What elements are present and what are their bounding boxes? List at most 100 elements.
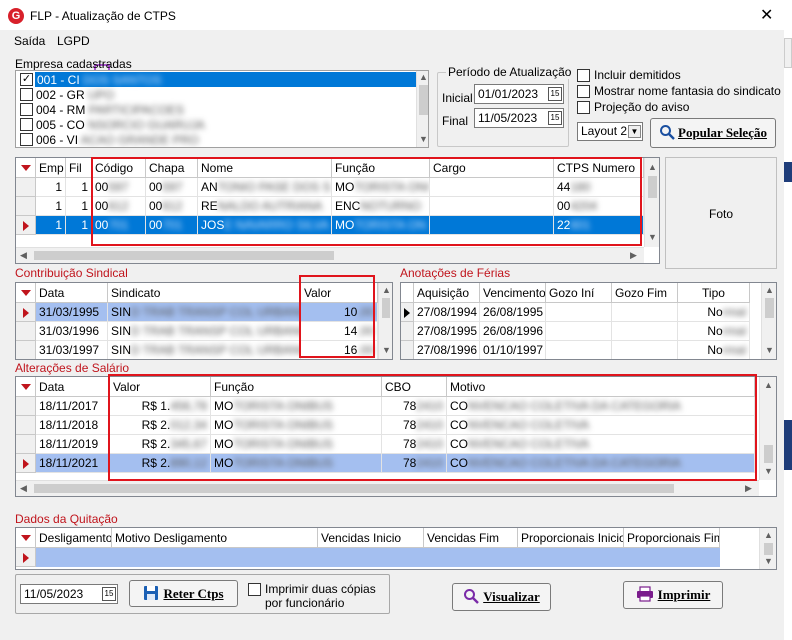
cell-valor[interactable]: 14,00 <box>301 322 378 341</box>
empresa-item-1[interactable]: ✓ 001 - CI DOS SANTOS <box>18 72 416 87</box>
calendar-icon[interactable]: 15 <box>548 111 562 125</box>
cell-funcao[interactable]: MOTORISTA ONIBUS <box>211 416 382 435</box>
cell-data[interactable]: 18/11/2018 <box>36 416 110 435</box>
cell-funcao[interactable]: MOTORISTA ONIBUS <box>211 397 382 416</box>
cell-codigo[interactable]: 00612 <box>92 197 146 216</box>
cell-motivo[interactable]: CONVENCAO COLETIVA DA CATEGORIA <box>447 397 755 416</box>
calendar-icon[interactable]: 15 <box>548 87 562 101</box>
cell-fil[interactable]: 1 <box>66 178 92 197</box>
col-ctps[interactable]: CTPS Numero <box>554 158 644 178</box>
col-proporcionais-inicio[interactable]: Proporcionais Inicio <box>518 528 624 548</box>
row-indicator[interactable] <box>16 197 36 216</box>
col-emp[interactable]: Emp <box>36 158 66 178</box>
quitacao-empty-row[interactable] <box>36 548 720 567</box>
close-icon[interactable]: ✕ <box>760 5 773 25</box>
cell-chapa[interactable]: 00612 <box>146 197 198 216</box>
col-proporcionais-fim[interactable]: Proporcionais Fim <box>624 528 720 548</box>
row-indicator[interactable] <box>16 341 36 359</box>
col-valor[interactable]: Valor <box>110 377 211 397</box>
cell-tipo[interactable]: Normal <box>678 341 750 359</box>
menu-lgpd[interactable]: LGPD <box>57 34 90 48</box>
ferias-vscroll[interactable]: ▲ ▼ <box>761 283 776 359</box>
col-cbo[interactable]: CBO <box>382 377 447 397</box>
cell-aquisicao[interactable]: 27/08/1996 <box>414 341 480 359</box>
empresa-checkbox-5[interactable] <box>20 133 33 146</box>
grid-corner[interactable] <box>16 528 36 548</box>
cell-funcao[interactable]: ENCNOTURNO <box>332 197 430 216</box>
grid-corner[interactable] <box>16 377 36 397</box>
cell-emp[interactable]: 1 <box>36 178 66 197</box>
cell-ctps[interactable]: 44180 <box>554 178 644 197</box>
empresa-checkbox-1[interactable]: ✓ <box>20 73 33 86</box>
cell-emp[interactable]: 1 <box>36 216 66 235</box>
row-indicator[interactable] <box>16 322 36 341</box>
row-indicator-current[interactable] <box>16 303 36 322</box>
cell-emp[interactable]: 1 <box>36 197 66 216</box>
col-chapa[interactable]: Chapa <box>146 158 198 178</box>
col-funcao[interactable]: Função <box>211 377 382 397</box>
mostrar-nome-checkbox[interactable] <box>577 85 590 98</box>
row-indicator[interactable] <box>16 178 36 197</box>
cell-codigo[interactable]: 00701 <box>92 216 146 235</box>
col-aquisicao[interactable]: Aquisição <box>414 283 480 303</box>
row-indicator[interactable] <box>401 341 414 359</box>
cell-vencimento[interactable]: 26/08/1995 <box>480 303 546 322</box>
cell-funcao[interactable]: MOTORISTA ONI <box>332 178 430 197</box>
cell-valor[interactable]: R$ 2.890,12 <box>110 454 211 473</box>
bottom-date-input[interactable]: 11/05/2023 15 <box>20 584 118 604</box>
quitacao-vscroll[interactable]: ▲ ▼ <box>759 528 776 569</box>
incluir-demitidos-checkbox[interactable] <box>577 69 590 82</box>
cell-sindicato[interactable]: SIND TRAB TRANSP COL URBANO <box>108 303 301 322</box>
cell-tipo[interactable]: Normal <box>678 303 750 322</box>
cell-ctps[interactable]: 22601 <box>554 216 644 235</box>
col-vencidas-fim[interactable]: Vencidas Fim <box>424 528 518 548</box>
cell-aquisicao[interactable]: 27/08/1995 <box>414 322 480 341</box>
col-fil[interactable]: Fil <box>66 158 92 178</box>
cell-nome[interactable]: JOSE NAVARRO SILVA <box>198 216 332 235</box>
salario-hscroll[interactable]: ◀ ▶ <box>16 480 759 496</box>
cell-funcao[interactable]: MOTORISTA ONIBUS <box>211 454 382 473</box>
col-cargo[interactable]: Cargo <box>430 158 554 178</box>
empresas-scrollbar[interactable]: ▲ ▼ <box>416 71 428 147</box>
empresa-checkbox-3[interactable] <box>20 103 33 116</box>
cell-funcao[interactable]: MOTORISTA ON <box>332 216 430 235</box>
cell-cbo[interactable]: 782410 <box>382 435 447 454</box>
col-vencidas-inicio[interactable]: Vencidas Inicio <box>318 528 424 548</box>
layout-select[interactable]: Layout 2 ▼ <box>577 122 643 141</box>
menu-saida[interactable]: Saída <box>14 34 45 48</box>
cell-vencimento[interactable]: 01/10/1997 <box>480 341 546 359</box>
cell-data[interactable]: 18/11/2021 <box>36 454 110 473</box>
calendar-icon[interactable]: 15 <box>102 587 116 601</box>
col-tipo[interactable]: Tipo <box>678 283 750 303</box>
contribuicao-vscroll[interactable]: ▲ ▼ <box>378 283 392 359</box>
cell-valor[interactable]: 10,00 <box>301 303 378 322</box>
reter-ctps-button[interactable]: Reter Ctps <box>129 580 238 607</box>
cell-fil[interactable]: 1 <box>66 197 92 216</box>
cell-valor[interactable]: 16,00 <box>301 341 378 359</box>
chevron-down-icon[interactable]: ▼ <box>628 125 641 138</box>
cell-sindicato[interactable]: SIND TRAB TRANSP COL URBANO <box>108 341 301 359</box>
grid-corner[interactable] <box>16 158 36 178</box>
cell-data[interactable]: 31/03/1995 <box>36 303 108 322</box>
cell-gozo-fim[interactable] <box>612 341 678 359</box>
cell-fil[interactable]: 1 <box>66 216 92 235</box>
cell-cbo[interactable]: 782410 <box>382 454 447 473</box>
cell-gozo-fim[interactable] <box>612 303 678 322</box>
row-indicator[interactable] <box>401 322 414 341</box>
grid-corner[interactable] <box>16 283 36 303</box>
cell-valor[interactable]: R$ 1.456,78 <box>110 397 211 416</box>
col-data[interactable]: Data <box>36 283 108 303</box>
final-date-input[interactable]: 11/05/2023 15 <box>474 108 564 128</box>
col-vencimento[interactable]: Vencimento <box>480 283 546 303</box>
row-indicator[interactable] <box>16 435 36 454</box>
cell-cargo[interactable] <box>430 216 554 235</box>
cell-gozo-ini[interactable] <box>546 341 612 359</box>
inicial-date-input[interactable]: 01/01/2023 15 <box>474 84 564 104</box>
cell-nome[interactable]: RENALDO AUTRIANA <box>198 197 332 216</box>
col-motivo[interactable]: Motivo <box>447 377 755 397</box>
salario-vscroll[interactable]: ▲ ▼ <box>759 377 776 480</box>
col-valor[interactable]: Valor <box>301 283 378 303</box>
popular-selecao-button[interactable]: Popular Seleção <box>650 118 776 148</box>
visualizar-button[interactable]: Visualizar <box>452 583 551 611</box>
cell-sindicato[interactable]: SIND TRAB TRANSP COL URBANO <box>108 322 301 341</box>
